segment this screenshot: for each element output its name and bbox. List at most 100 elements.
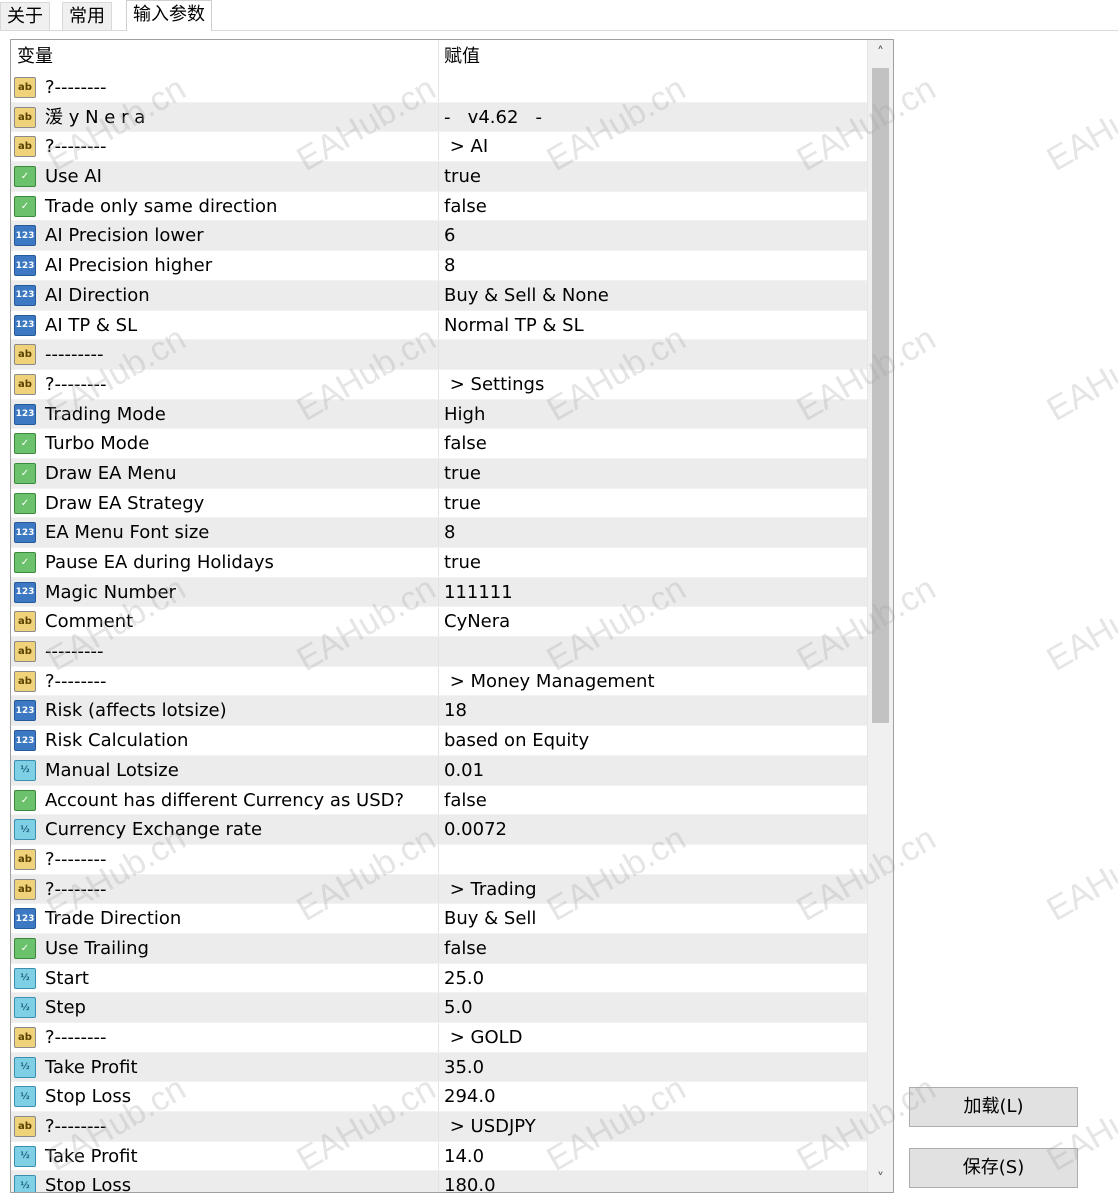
boolean-type-icon: ✓ bbox=[14, 195, 36, 217]
parameter-name: AI Direction bbox=[45, 284, 150, 306]
scrollbar-thumb[interactable] bbox=[872, 68, 889, 723]
parameter-value[interactable]: false bbox=[444, 934, 487, 963]
parameter-row[interactable]: ✓ Account has different Currency as USD? f… bbox=[11, 785, 867, 816]
tab-common[interactable]: 常用 bbox=[62, 2, 112, 30]
parameter-row[interactable]: 123 Risk Calculation based on Equity bbox=[11, 726, 867, 756]
parameter-name: Account has different Currency as USD? bbox=[45, 789, 405, 811]
parameter-row[interactable]: 123 Risk (affects lotsize) 18 bbox=[11, 696, 867, 727]
scroll-up-arrow-icon[interactable]: ˄ bbox=[868, 40, 893, 66]
parameter-row[interactable]: ab --------- bbox=[11, 340, 867, 370]
parameter-row[interactable]: ✓ Draw EA Menu true bbox=[11, 458, 867, 489]
parameter-row[interactable]: 123 Magic Number 111111 bbox=[11, 577, 867, 608]
parameter-row[interactable]: ab ?-------- bbox=[11, 844, 867, 875]
parameter-row[interactable]: ab ?-------- bbox=[11, 73, 867, 103]
parameter-name: Take Profit bbox=[45, 1056, 138, 1078]
load-button[interactable]: 加载(L) bbox=[909, 1087, 1078, 1127]
parameter-name: Currency Exchange rate bbox=[45, 819, 263, 841]
parameter-value[interactable]: > Money Management bbox=[444, 667, 655, 696]
parameter-rows: ab ?-------- ab 湲 y N e r a - v4.62 - ab ?----… bbox=[11, 73, 867, 1192]
parameter-row[interactable]: ½ Stop Loss 180.0 bbox=[11, 1171, 867, 1192]
column-header-value[interactable]: 赋值 bbox=[444, 40, 480, 73]
column-divider[interactable] bbox=[438, 40, 439, 73]
tab-about[interactable]: 关于 bbox=[0, 2, 50, 30]
parameter-value[interactable]: 111111 bbox=[444, 578, 513, 607]
parameter-row[interactable]: ab ?-------- > Trading bbox=[11, 874, 867, 905]
parameter-value[interactable]: 18 bbox=[444, 696, 467, 725]
parameter-value[interactable]: 0.01 bbox=[444, 756, 484, 785]
parameter-row[interactable]: ½ Currency Exchange rate 0.0072 bbox=[11, 815, 867, 845]
parameter-value[interactable]: true bbox=[444, 548, 481, 577]
parameter-row[interactable]: ab ?-------- > GOLD bbox=[11, 1023, 867, 1053]
parameter-row[interactable]: ½ Stop Loss 294.0 bbox=[11, 1082, 867, 1113]
parameter-value[interactable]: Buy & Sell & None bbox=[444, 281, 609, 310]
parameter-value[interactable]: Buy & Sell bbox=[444, 904, 536, 933]
parameter-value[interactable]: false bbox=[444, 192, 487, 221]
parameter-name: Manual Lotsize bbox=[45, 759, 179, 781]
parameter-row[interactable]: 123 AI Precision higher 8 bbox=[11, 251, 867, 281]
parameter-value[interactable]: 6 bbox=[444, 221, 455, 250]
parameter-row[interactable]: ab ?-------- > Money Management bbox=[11, 666, 867, 697]
parameter-row[interactable]: ½ Take Profit 35.0 bbox=[11, 1052, 867, 1083]
parameter-value[interactable]: > GOLD bbox=[444, 1023, 523, 1052]
parameter-row[interactable]: ab ?-------- > Settings bbox=[11, 369, 867, 400]
parameter-value[interactable]: > Trading bbox=[444, 875, 537, 904]
parameter-row[interactable]: ab 湲 y N e r a - v4.62 - bbox=[11, 102, 867, 133]
parameter-value[interactable]: false bbox=[444, 429, 487, 458]
parameter-row[interactable]: ✓ Draw EA Strategy true bbox=[11, 488, 867, 519]
parameter-row[interactable]: ½ Step 5.0 bbox=[11, 993, 867, 1023]
parameter-value[interactable]: true bbox=[444, 459, 481, 488]
cell-divider bbox=[438, 429, 439, 458]
boolean-type-icon: ✓ bbox=[14, 789, 36, 811]
save-button[interactable]: 保存(S) bbox=[909, 1148, 1078, 1188]
parameter-value[interactable]: 14.0 bbox=[444, 1142, 484, 1171]
tab-input-parameters[interactable]: 输入参数 bbox=[126, 0, 212, 31]
parameter-value[interactable]: 5.0 bbox=[444, 993, 473, 1022]
parameter-value[interactable]: 8 bbox=[444, 251, 455, 280]
parameter-value[interactable]: 35.0 bbox=[444, 1053, 484, 1082]
parameter-row[interactable]: ab --------- bbox=[11, 637, 867, 667]
parameter-value[interactable]: true bbox=[444, 162, 481, 191]
parameter-row[interactable]: ½ Start 25.0 bbox=[11, 963, 867, 994]
parameter-row[interactable]: ✓ Trade only same direction false bbox=[11, 191, 867, 222]
parameter-value[interactable]: 294.0 bbox=[444, 1082, 496, 1111]
parameter-name: Trade Direction bbox=[45, 908, 182, 930]
parameter-row[interactable]: 123 AI TP & SL Normal TP & SL bbox=[11, 310, 867, 341]
parameter-name: Magic Number bbox=[45, 581, 176, 603]
parameter-row[interactable]: 123 Trade Direction Buy & Sell bbox=[11, 904, 867, 934]
parameter-row[interactable]: ✓ Pause EA during Holidays true bbox=[11, 548, 867, 578]
cell-divider bbox=[438, 1023, 439, 1052]
column-header-variable[interactable]: 变量 bbox=[17, 40, 53, 73]
parameter-value[interactable]: false bbox=[444, 786, 487, 815]
parameter-value[interactable]: 25.0 bbox=[444, 964, 484, 993]
parameter-row[interactable]: ½ Manual Lotsize 0.01 bbox=[11, 755, 867, 786]
parameter-value[interactable]: > AI bbox=[444, 132, 488, 161]
parameter-value[interactable]: true bbox=[444, 489, 481, 518]
parameter-row[interactable]: ½ Take Profit 14.0 bbox=[11, 1141, 867, 1172]
vertical-scrollbar[interactable]: ˄ ˅ bbox=[867, 40, 893, 1192]
parameter-value[interactable]: 180.0 bbox=[444, 1171, 496, 1192]
cell-divider bbox=[438, 785, 439, 815]
parameter-row[interactable]: 123 AI Precision lower 6 bbox=[11, 221, 867, 252]
parameter-row[interactable]: ab Comment CyNera bbox=[11, 607, 867, 638]
parameter-row[interactable]: ab ?-------- > USDJPY bbox=[11, 1112, 867, 1142]
parameter-row[interactable]: 123 Trading Mode High bbox=[11, 399, 867, 430]
parameter-row[interactable]: 123 AI Direction Buy & Sell & None bbox=[11, 280, 867, 311]
parameter-value[interactable]: > USDJPY bbox=[444, 1112, 536, 1141]
parameter-row[interactable]: ab ?-------- > AI bbox=[11, 132, 867, 163]
parameter-row[interactable]: ✓ Turbo Mode false bbox=[11, 429, 867, 459]
scroll-down-arrow-icon[interactable]: ˅ bbox=[868, 1166, 893, 1192]
parameter-value[interactable]: > Settings bbox=[444, 370, 545, 399]
parameter-value[interactable]: 8 bbox=[444, 518, 455, 547]
double-type-icon: ½ bbox=[14, 1145, 36, 1167]
parameter-row[interactable]: 123 EA Menu Font size 8 bbox=[11, 518, 867, 548]
watermark-text: EAHub.cn bbox=[1040, 569, 1118, 679]
parameter-row[interactable]: ✓ Use Trailing false bbox=[11, 933, 867, 964]
parameter-value[interactable]: - v4.62 - bbox=[444, 103, 542, 132]
parameter-value[interactable]: Normal TP & SL bbox=[444, 311, 584, 340]
parameter-value[interactable]: 0.0072 bbox=[444, 815, 507, 844]
parameter-value[interactable]: High bbox=[444, 400, 485, 429]
parameter-value[interactable]: CyNera bbox=[444, 607, 510, 636]
parameter-value[interactable]: based on Equity bbox=[444, 726, 589, 755]
parameter-row[interactable]: ✓ Use AI true bbox=[11, 162, 867, 192]
integer-type-icon: 123 bbox=[14, 581, 36, 603]
